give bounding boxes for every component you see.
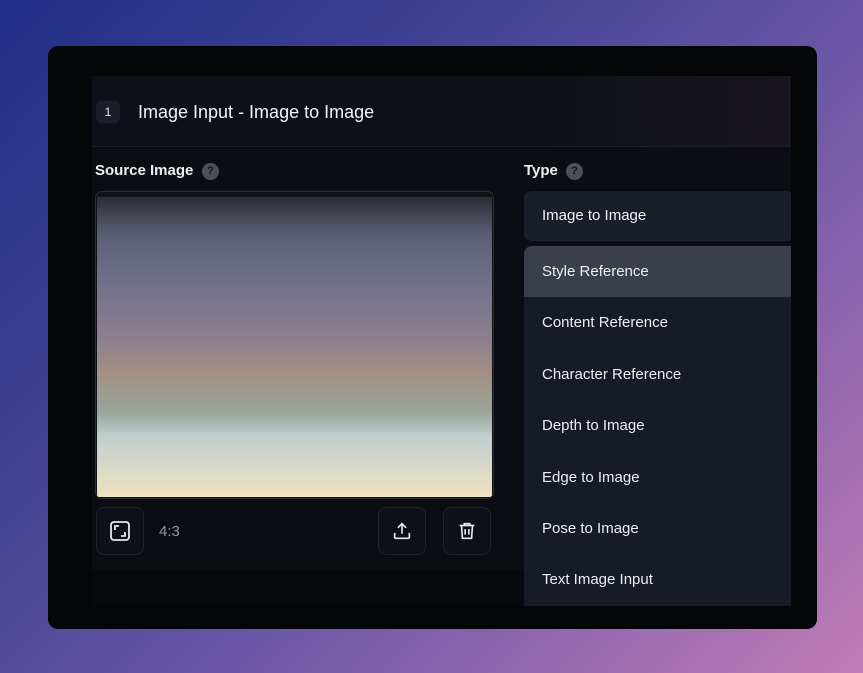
dropdown-option-edge-to-image[interactable]: Edge to Image xyxy=(524,452,791,503)
crop-icon xyxy=(110,521,130,541)
type-select[interactable]: Image to Image xyxy=(524,191,791,241)
type-label: Type xyxy=(524,162,558,179)
crop-button[interactable] xyxy=(96,507,144,555)
source-image-label: Source Image xyxy=(95,162,194,179)
source-image-preview[interactable] xyxy=(95,191,494,499)
aspect-ratio-label: 4:3 xyxy=(159,523,180,540)
dropdown-option-style-reference[interactable]: Style Reference xyxy=(524,246,791,297)
source-image-thumbnail xyxy=(97,197,492,497)
question-mark-icon[interactable]: ? xyxy=(566,163,583,180)
image-input-panel: 1 Image Input - Image to Image Source Im… xyxy=(92,76,791,606)
dropdown-option-content-reference[interactable]: Content Reference xyxy=(524,297,791,348)
panel-header: 1 Image Input - Image to Image xyxy=(92,76,791,147)
dropdown-option-text-image-input[interactable]: Text Image Input xyxy=(524,554,791,605)
dropdown-option-depth-to-image[interactable]: Depth to Image xyxy=(524,400,791,451)
type-dropdown-menu: Style Reference Content Reference Charac… xyxy=(524,246,791,606)
panel-title: Image Input - Image to Image xyxy=(138,102,375,122)
app-window: 1 Image Input - Image to Image Source Im… xyxy=(48,46,817,629)
step-badge: 1 xyxy=(96,101,120,123)
dropdown-option-character-reference[interactable]: Character Reference xyxy=(524,349,791,400)
upload-button[interactable] xyxy=(378,507,426,555)
delete-button[interactable] xyxy=(443,507,491,555)
trash-icon xyxy=(459,522,475,540)
dropdown-option-pose-to-image[interactable]: Pose to Image xyxy=(524,503,791,554)
question-mark-icon[interactable]: ? xyxy=(202,163,219,180)
upload-icon xyxy=(393,522,411,540)
